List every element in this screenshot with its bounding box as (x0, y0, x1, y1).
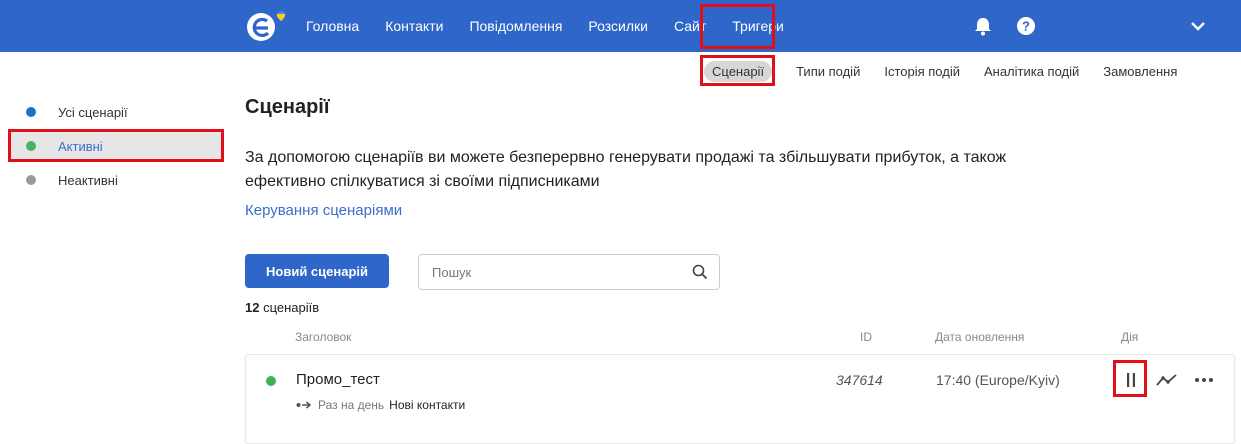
search-icon[interactable] (692, 264, 708, 285)
pause-icon[interactable] (1116, 365, 1146, 395)
subnav-scenarios[interactable]: Сценарії (704, 60, 773, 82)
column-id[interactable]: ID (860, 330, 872, 344)
help-icon[interactable]: ? (1016, 0, 1036, 52)
table-row[interactable]: Промо_тест Раз на день Нові контакти 347… (245, 354, 1235, 444)
subnav-event-analytics[interactable]: Аналітика подій (984, 64, 1079, 79)
search-box (418, 254, 720, 290)
count-label: сценаріїв (263, 300, 320, 315)
manage-scenarios-link[interactable]: Керування сценаріями (245, 202, 402, 219)
bell-icon[interactable] (974, 0, 992, 52)
nav-contacts[interactable]: Контакти (385, 18, 443, 34)
subnav-event-types[interactable]: Типи подій (796, 64, 860, 79)
status-dot (26, 141, 36, 151)
sidebar: Усі сценарії Активні Неактивні (10, 96, 224, 198)
sidebar-item-inactive[interactable]: Неактивні (10, 164, 224, 196)
status-dot (26, 107, 36, 117)
subnav-orders[interactable]: Замовлення (1103, 64, 1177, 79)
scenario-frequency: Раз на день (318, 398, 385, 412)
sidebar-item-all[interactable]: Усі сценарії (10, 96, 224, 128)
scenario-name[interactable]: Промо_тест (296, 371, 380, 388)
nav-triggers[interactable]: Тригери (732, 18, 784, 34)
nav-messages[interactable]: Повідомлення (469, 18, 562, 34)
subnav-event-history[interactable]: Історія подій (884, 64, 960, 79)
analytics-icon[interactable] (1152, 365, 1182, 395)
page-description: За допомогою сценаріїв ви можете безпере… (245, 149, 1007, 190)
svg-text:?: ? (1022, 19, 1030, 34)
trigger-arrow-icon (296, 400, 312, 410)
nav-home[interactable]: Головна (306, 18, 359, 34)
main-content: Сценарії За допомогою сценаріїв ви может… (245, 96, 1235, 444)
scenario-target: Нові контакти (389, 398, 466, 412)
scenario-updated: 17:40 (Europe/Kyiv) (936, 372, 1060, 388)
count-number: 12 (245, 300, 260, 315)
column-date[interactable]: Дата оновлення (935, 330, 1024, 344)
page-title: Сценарії (245, 96, 330, 118)
nav-site[interactable]: Сайт (674, 18, 706, 34)
logo-icon[interactable] (244, 9, 290, 43)
more-icon[interactable] (1189, 365, 1219, 395)
sub-nav: Сценарії Типи подій Історія подій Аналіт… (700, 58, 1201, 84)
scenario-meta: Раз на день Нові контакти (296, 398, 465, 412)
column-title[interactable]: Заголовок (295, 330, 351, 344)
table-header: Заголовок ID Дата оновлення Дія (245, 330, 1235, 346)
main-nav: Головна Контакти Повідомлення Розсилки С… (306, 0, 810, 52)
column-action: Дія (1121, 330, 1139, 344)
nav-mailings[interactable]: Розсилки (588, 18, 648, 34)
status-dot (266, 376, 276, 386)
sidebar-item-label: Усі сценарії (58, 104, 128, 120)
chevron-down-icon[interactable] (1190, 0, 1206, 52)
status-dot (26, 175, 36, 185)
search-input[interactable] (419, 255, 679, 289)
sidebar-item-label: Активні (58, 138, 103, 154)
sidebar-item-active[interactable]: Активні (10, 130, 224, 162)
scenario-count: 12 сценаріїв (245, 300, 319, 315)
top-bar: Головна Контакти Повідомлення Розсилки С… (0, 0, 1241, 52)
scenario-id: 347614 (836, 372, 883, 388)
new-scenario-button[interactable]: Новий сценарій (245, 254, 389, 288)
sidebar-item-label: Неактивні (58, 172, 118, 188)
